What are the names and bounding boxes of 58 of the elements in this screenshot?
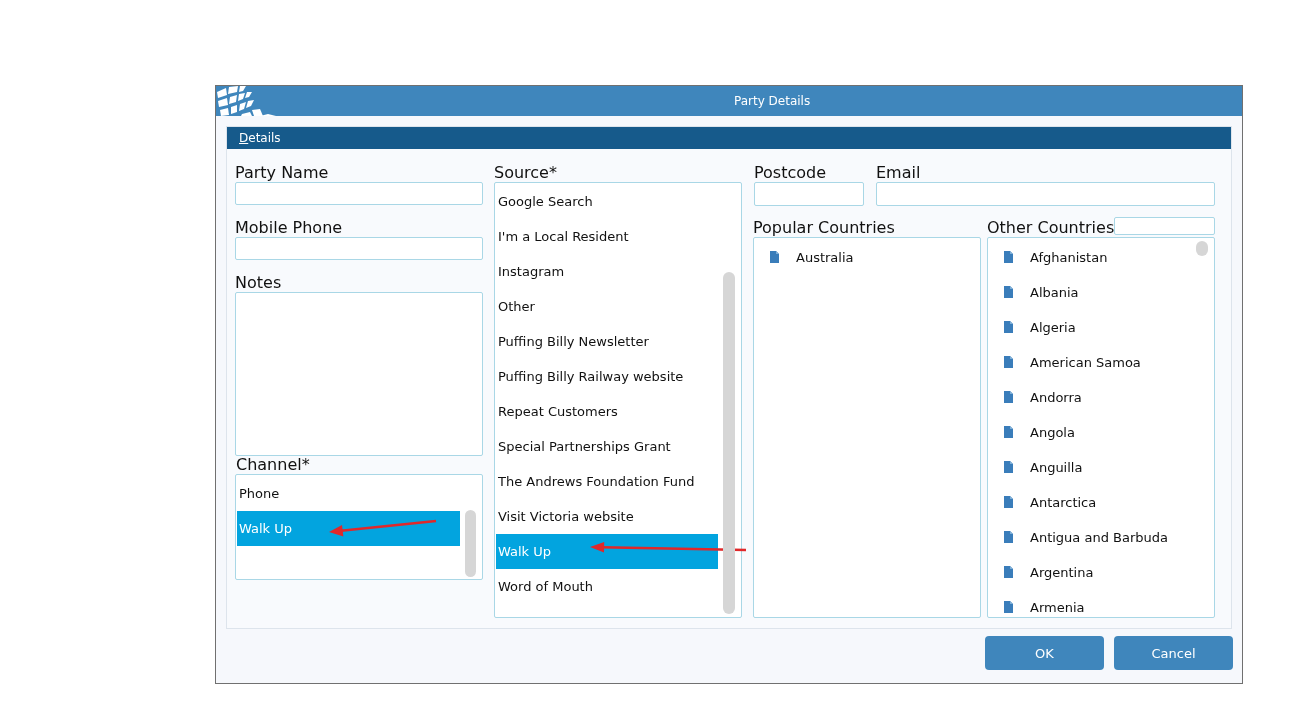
input-field[interactable] bbox=[754, 182, 864, 206]
document-icon bbox=[1004, 286, 1013, 298]
document-icon bbox=[1004, 461, 1013, 473]
document-icon bbox=[1004, 566, 1013, 578]
field-label: Popular Countries bbox=[753, 218, 895, 237]
field-label: Postcode bbox=[754, 163, 827, 182]
field-label: Notes bbox=[235, 273, 282, 292]
field-label: Other Countries bbox=[987, 218, 1115, 237]
input-field[interactable] bbox=[235, 182, 483, 205]
field-label: Mobile Phone bbox=[235, 218, 343, 237]
field-label: Party Name bbox=[235, 163, 329, 182]
field-label: Channel* bbox=[236, 456, 310, 474]
input-field[interactable] bbox=[876, 182, 1215, 206]
list-item[interactable]: Algeria bbox=[1004, 317, 1080, 337]
document-icon bbox=[1004, 251, 1013, 263]
document-icon bbox=[1004, 426, 1013, 438]
field-label: Source* bbox=[494, 163, 557, 182]
document-icon bbox=[1004, 321, 1013, 333]
filter-field[interactable] bbox=[1114, 217, 1215, 235]
list-item[interactable]: Angola bbox=[1004, 422, 1079, 442]
list-item[interactable]: Word of Mouth bbox=[496, 569, 718, 604]
document-icon bbox=[1004, 496, 1013, 508]
list-item[interactable]: Andorra bbox=[1004, 387, 1086, 407]
list-item[interactable]: Argentina bbox=[1004, 562, 1098, 582]
list-item[interactable]: Repeat Customers bbox=[496, 394, 718, 429]
dialog-button[interactable]: OK bbox=[985, 636, 1104, 670]
list-item[interactable]: Google Search bbox=[496, 184, 718, 219]
document-icon bbox=[770, 251, 779, 263]
list-item[interactable]: I'm a Local Resident bbox=[496, 219, 718, 254]
notes-field[interactable] bbox=[235, 292, 483, 456]
list-item[interactable]: The Andrews Foundation Fund bbox=[496, 464, 718, 499]
list-item[interactable]: Albania bbox=[1004, 282, 1083, 302]
document-icon bbox=[1004, 356, 1013, 368]
list-item[interactable]: Phone bbox=[237, 476, 460, 511]
document-icon bbox=[1004, 391, 1013, 403]
list-item[interactable]: Visit Victoria website bbox=[496, 499, 718, 534]
list-item[interactable]: Special Partnerships Grant bbox=[496, 429, 718, 464]
list-item[interactable]: Antarctica bbox=[1004, 492, 1101, 512]
scrollbar-thumb[interactable] bbox=[1196, 241, 1208, 256]
list-item[interactable]: Australia bbox=[770, 247, 858, 267]
list-item[interactable]: Puffing Billy Newsletter bbox=[496, 324, 718, 359]
field-label: Email bbox=[876, 163, 921, 182]
section-header: Details bbox=[227, 127, 1231, 149]
list-item[interactable]: American Samoa bbox=[1004, 352, 1145, 372]
scrollbar-thumb[interactable] bbox=[465, 510, 476, 577]
scrollbar-thumb[interactable] bbox=[723, 272, 735, 614]
window-title: Party Details bbox=[734, 94, 811, 108]
list-item[interactable]: Puffing Billy Railway website bbox=[496, 359, 718, 394]
dialog-button[interactable]: Cancel bbox=[1114, 636, 1233, 670]
document-icon bbox=[1004, 531, 1013, 543]
list-item[interactable]: Other bbox=[496, 289, 718, 324]
list-item[interactable]: Antigua and Barbuda bbox=[1004, 527, 1172, 547]
list-item[interactable]: Armenia bbox=[1004, 597, 1089, 617]
list-item[interactable]: Instagram bbox=[496, 254, 718, 289]
input-field[interactable] bbox=[235, 237, 483, 260]
document-icon bbox=[1004, 601, 1013, 613]
list-item[interactable]: Anguilla bbox=[1004, 457, 1087, 477]
list-item[interactable]: Afghanistan bbox=[1004, 247, 1112, 267]
